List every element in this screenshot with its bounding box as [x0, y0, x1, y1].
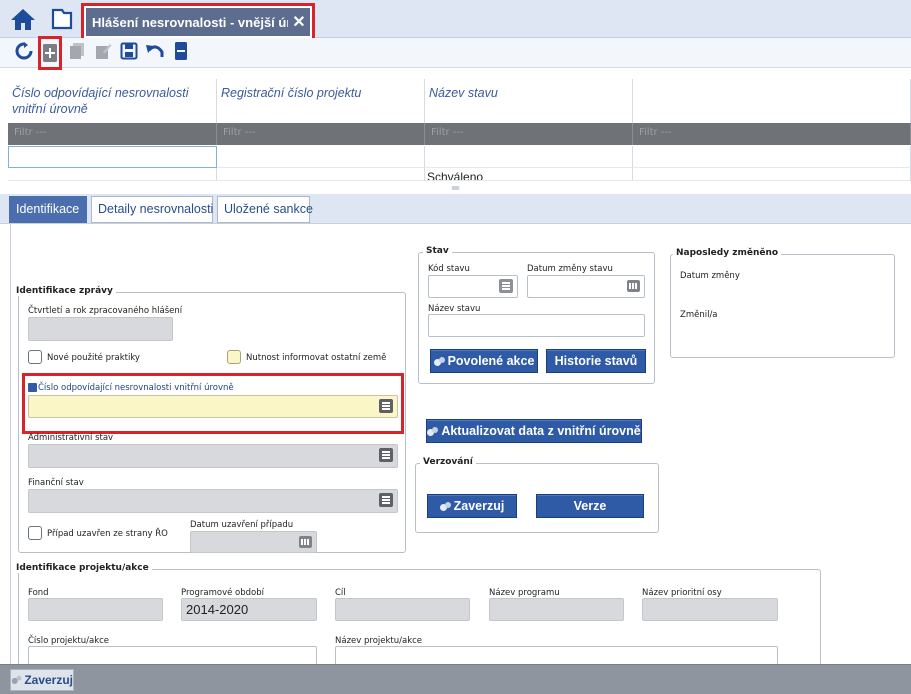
nazev-prioritni-osy-input[interactable]: [642, 598, 778, 621]
list-icon[interactable]: [379, 493, 393, 507]
aktualizovat-data-button[interactable]: Aktualizovat data z vnitřní úrovně: [426, 419, 642, 443]
gear-icon: [427, 426, 439, 436]
home-icon[interactable]: [8, 4, 38, 34]
table-row-cell[interactable]: Schváleno: [425, 168, 633, 181]
legend-verzovani: Verzování: [420, 457, 476, 467]
table-row-cell[interactable]: [425, 146, 633, 168]
calendar-icon[interactable]: [299, 536, 312, 548]
edit-icon[interactable]: [92, 40, 114, 62]
filter-cislo[interactable]: Filtr ---: [8, 123, 217, 145]
label-datum-zmeny-stavu: Datum změny stavu: [527, 264, 613, 274]
povolene-akce-label: Povolené akce: [447, 354, 535, 368]
pripad-uzavren-checkbox[interactable]: [28, 526, 42, 540]
datum-zmeny-stavu-input[interactable]: [527, 275, 645, 298]
column-header-nazev-stavu[interactable]: Název stavu: [425, 79, 633, 123]
table-row-cell[interactable]: [633, 168, 911, 181]
zaverzuj-button[interactable]: Zaverzuj: [427, 494, 517, 518]
column-header-label: Název stavu: [429, 86, 498, 100]
datum-uzavreni-input[interactable]: [190, 531, 317, 553]
cislo-projektu-input[interactable]: [28, 646, 317, 666]
ctvrtleti-input[interactable]: [28, 317, 173, 341]
label-datum-zmeny: Datum změny: [680, 271, 740, 281]
column-header-registracni-cislo[interactable]: Registrační číslo projektu: [217, 79, 425, 123]
table-row-cell[interactable]: [217, 146, 425, 168]
historie-stavu-button[interactable]: Historie stavů: [546, 349, 646, 373]
label-nazev-stavu: Název stavu: [428, 304, 481, 314]
label-nazev-projektu: Název projektu/akce: [335, 636, 423, 646]
filter-nazev-stavu[interactable]: Filtr ---: [425, 123, 633, 145]
undo-icon[interactable]: [144, 40, 166, 62]
verze-button[interactable]: Verze: [536, 494, 644, 518]
list-icon[interactable]: [499, 279, 513, 293]
gear-icon: [439, 501, 451, 511]
legend-identifikace-zpravy: Identifikace zprávy: [13, 286, 116, 296]
filter-registracni-cislo[interactable]: Filtr ---: [217, 123, 425, 145]
label-ctvrtleti: Čtvrtletí a rok zpracovaného hlášení: [28, 306, 183, 316]
cislo-nesrovnalosti-highlight: [22, 373, 404, 434]
window-tab[interactable]: Hlášení nesrovnalosti - vnější úroveň ✕: [86, 8, 310, 36]
legend-identifikace-projektu: Identifikace projektu/akce: [13, 563, 152, 573]
column-header-label: Číslo odpovídající nesrovnalosti vnitřní…: [12, 86, 189, 116]
label-zmenil: Změnil/a: [680, 310, 718, 320]
label-nazev-programu: Název programu: [489, 588, 560, 598]
tab-identifikace[interactable]: Identifikace: [9, 196, 87, 223]
records-grid: Číslo odpovídající nesrovnalosti vnitřní…: [8, 79, 911, 181]
gear-icon: [433, 356, 445, 366]
table-row-cell[interactable]: [8, 146, 217, 168]
close-icon[interactable]: ✕: [288, 12, 310, 32]
column-header-empty[interactable]: [633, 79, 911, 123]
copy-icon[interactable]: [66, 40, 88, 62]
table-row-cell[interactable]: [8, 168, 217, 181]
label-fond: Fond: [28, 588, 49, 598]
label-nove-praktiky: Nové použité praktiky: [47, 353, 140, 363]
administrativni-stav-select[interactable]: [28, 444, 398, 468]
nazev-programu-input[interactable]: [489, 598, 624, 621]
delete-icon[interactable]: [170, 40, 192, 62]
refresh-icon[interactable]: [13, 40, 35, 62]
label-financni-stav: Finanční stav: [28, 478, 84, 488]
label-pripad-uzavren: Případ uzavřen ze strany ŘO: [47, 529, 168, 539]
legend-naposledy-zmeneno: Naposledy změněno: [673, 248, 782, 258]
programove-obdobi-input[interactable]: 2014-2020: [181, 598, 317, 621]
column-header-label: Registrační číslo projektu: [221, 86, 362, 100]
tab-detaily-nesrovnalosti[interactable]: Detaily nesrovnalosti: [91, 196, 213, 223]
label-nutnost-informovat: Nutnost informovat ostatní země: [246, 353, 387, 363]
tab-ulozene-sankce[interactable]: Uložené sankce: [217, 196, 313, 223]
bottom-bar: [0, 664, 911, 694]
label-datum-uzavreni: Datum uzavření případu: [190, 520, 294, 530]
nove-praktiky-checkbox[interactable]: [28, 350, 42, 364]
label-administrativni-stav: Administrativní stav: [28, 433, 114, 443]
label-programove-obdobi: Programové období: [181, 588, 264, 598]
zaverzuj-label: Zaverzuj: [453, 499, 505, 513]
kod-stavu-input[interactable]: [428, 275, 518, 298]
window-tab-highlight: Hlášení nesrovnalosti - vnější úroveň ✕: [81, 3, 315, 41]
aktualizovat-data-label: Aktualizovat data z vnitřní úrovně: [441, 424, 641, 438]
label-nazev-prioritni-osy: Název prioritní osy: [642, 588, 722, 598]
povolene-akce-button[interactable]: Povolené akce: [430, 349, 538, 373]
list-icon[interactable]: [379, 448, 393, 462]
label-kod-stavu: Kód stavu: [428, 264, 470, 274]
nutnost-informovat-checkbox[interactable]: [227, 350, 241, 364]
label-cislo-projektu: Číslo projektu/akce: [28, 636, 110, 646]
nazev-projektu-input[interactable]: [335, 646, 778, 666]
folder-icon[interactable]: [47, 4, 77, 34]
table-row-cell[interactable]: [217, 168, 425, 181]
legend-stav: Stav: [423, 246, 452, 256]
footer-zaverzuj-button[interactable]: Zaverzuj: [10, 669, 74, 691]
financni-stav-select[interactable]: [28, 489, 398, 513]
cil-input[interactable]: [335, 598, 470, 621]
footer-zaverzuj-label: Zaverzuj: [24, 673, 73, 687]
calendar-icon[interactable]: [627, 280, 640, 292]
naposledy-zmeneno-fieldset: Naposledy změněno: [670, 248, 895, 358]
filter-empty[interactable]: Filtr ---: [633, 123, 911, 145]
window-tab-title: Hlášení nesrovnalosti - vnější úroveň: [92, 14, 288, 30]
add-button-highlight: [38, 36, 62, 70]
table-row-cell[interactable]: [633, 146, 911, 168]
column-header-cislo[interactable]: Číslo odpovídající nesrovnalosti vnitřní…: [8, 79, 217, 123]
gear-icon: [11, 675, 22, 684]
save-icon[interactable]: [118, 40, 140, 62]
nazev-stavu-input[interactable]: [428, 314, 645, 337]
label-cil: Cíl: [335, 588, 346, 598]
fond-input[interactable]: [28, 598, 163, 621]
